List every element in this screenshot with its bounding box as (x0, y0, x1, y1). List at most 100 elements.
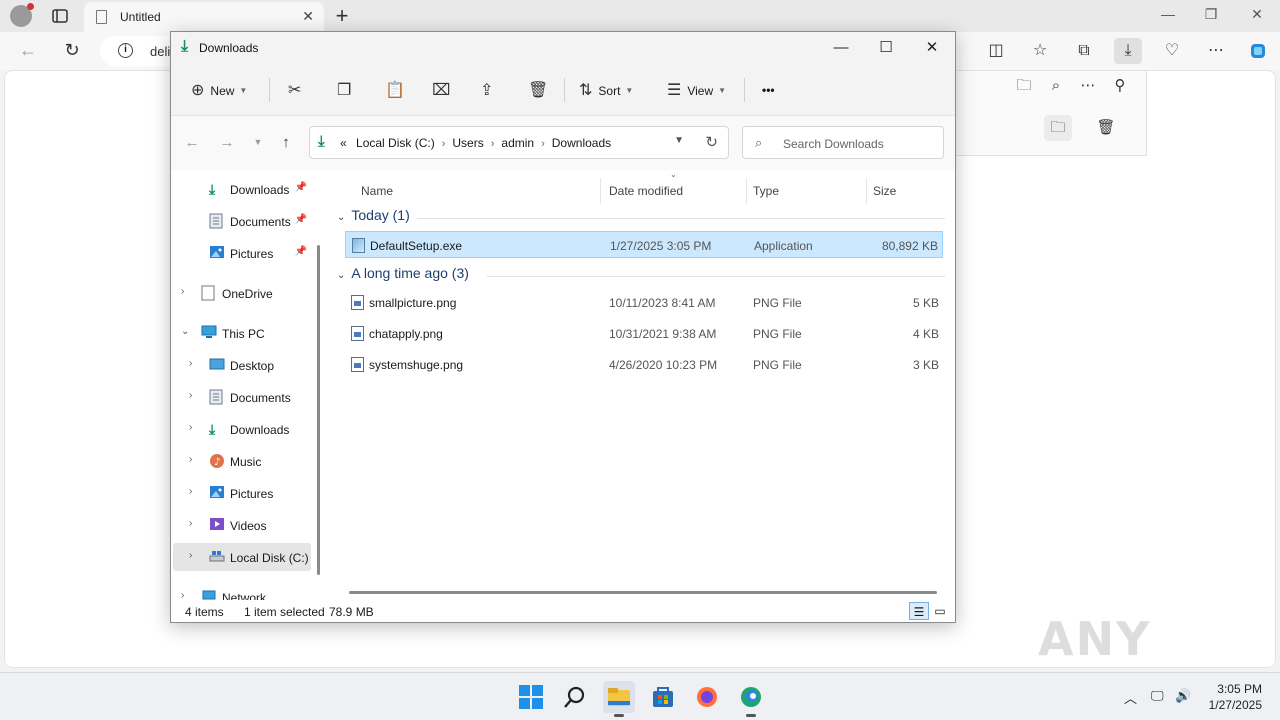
collections-icon[interactable]: ⧉ (1070, 38, 1098, 64)
sidebar-item-quick-downloads[interactable]: ⤓ Downloads 📌 (173, 175, 311, 203)
sidebar-item-local-disk[interactable]: › Local Disk (C:) (173, 543, 311, 571)
new-tab-button[interactable]: + (330, 3, 354, 29)
chevron-right-icon[interactable]: › (189, 454, 192, 465)
close-button[interactable]: ✕ (912, 37, 952, 59)
up-arrow-icon[interactable]: ↑ (275, 134, 297, 151)
sidebar-item-documents[interactable]: › Documents (173, 383, 311, 411)
back-icon[interactable]: ← (16, 40, 40, 61)
chevron-right-icon[interactable]: › (189, 550, 192, 561)
delete-icon[interactable]: 🗑 (1092, 115, 1120, 141)
show-hidden-icons-icon[interactable]: ︿ (1124, 688, 1137, 707)
cut-button[interactable]: ✂ (288, 78, 301, 102)
chevron-right-icon[interactable]: › (541, 138, 545, 150)
sidebar-item-downloads[interactable]: › ⤓ Downloads (173, 415, 311, 443)
chevron-right-icon[interactable]: › (442, 138, 446, 150)
address-bar[interactable]: ⤓ « Local Disk (C:) › Users › admin › Download… (309, 126, 729, 159)
window-title-bar[interactable]: ⤓ Downloads — ☐ ✕ (171, 32, 955, 64)
minimize-button[interactable]: — (821, 37, 861, 59)
more-icon[interactable]: ⋯ (1202, 38, 1230, 64)
chevron-down-icon[interactable]: ⌄ (181, 326, 189, 337)
breadcrumb-item[interactable]: admin (501, 136, 534, 150)
chevron-right-icon[interactable]: › (181, 286, 184, 297)
clock[interactable]: 3:05 PM 1/27/2025 (1209, 681, 1262, 713)
profile-avatar[interactable] (10, 3, 34, 27)
sidebar-item-network[interactable]: › Network (173, 583, 311, 600)
maximize-button[interactable]: ☐ (866, 37, 906, 59)
browser-close-button[interactable]: ✕ (1237, 6, 1277, 23)
browser-essentials-icon[interactable]: ♡ (1158, 38, 1186, 64)
paste-button[interactable]: 📋 (385, 78, 405, 102)
delete-button[interactable]: 🗑 (528, 78, 548, 102)
refresh-icon[interactable]: ↻ (705, 133, 718, 151)
favorites-icon[interactable]: ☆ (1026, 38, 1054, 64)
back-arrow-icon[interactable]: ← (181, 134, 203, 151)
network-icon[interactable]: 🖵 (1151, 688, 1164, 704)
firefox-icon[interactable] (691, 681, 723, 713)
store-icon[interactable] (647, 681, 679, 713)
breadcrumb-overflow[interactable]: « (340, 136, 347, 150)
close-tab-button[interactable]: ✕ (302, 8, 314, 25)
sidebar-item-onedrive[interactable]: › OneDrive (173, 279, 311, 307)
search-box[interactable]: ⌕ Search Downloads (742, 126, 944, 159)
split-screen-icon[interactable]: ◫ (982, 38, 1010, 64)
chevron-right-icon[interactable]: › (189, 358, 192, 369)
horizontal-scrollbar[interactable] (349, 591, 937, 594)
chevron-right-icon[interactable]: › (491, 138, 495, 150)
tab-actions-icon[interactable] (50, 6, 70, 26)
view-button[interactable]: ☰ View ▼ (667, 78, 726, 102)
sidebar-item-desktop[interactable]: › Desktop (173, 351, 311, 379)
share-button[interactable]: ⇪ (480, 78, 493, 102)
browser-minimize-button[interactable]: — (1148, 6, 1188, 22)
sidebar-scrollbar[interactable] (317, 245, 320, 575)
sidebar-item-quick-pictures[interactable]: Pictures 📌 (173, 239, 311, 267)
breadcrumb-item[interactable]: Local Disk (C:) (356, 136, 435, 150)
chevron-right-icon[interactable]: › (181, 590, 184, 600)
copy-button[interactable]: ❐ (337, 78, 351, 102)
sidebar-item-this-pc[interactable]: ⌄ This PC (173, 319, 311, 347)
tiles-view-icon[interactable]: ▭ (930, 602, 950, 620)
sidebar-item-music[interactable]: › ♪ Music (173, 447, 311, 475)
column-header-name[interactable]: Name (355, 178, 601, 204)
file-row[interactable]: DefaultSetup.exe 1/27/2025 3:05 PM Appli… (345, 231, 943, 258)
file-row[interactable]: chatapply.png 10/31/2021 9:38 AM PNG Fil… (345, 320, 943, 347)
info-icon[interactable]: i (118, 43, 133, 58)
volume-icon[interactable]: 🔊 (1175, 688, 1191, 704)
file-row[interactable]: smallpicture.png 10/11/2023 8:41 AM PNG … (345, 289, 943, 316)
file-row[interactable]: systemshuge.png 4/26/2020 10:23 PM PNG F… (345, 351, 943, 378)
breadcrumb-item[interactable]: Downloads (552, 136, 611, 150)
downloads-icon[interactable]: ⤓ (1114, 38, 1142, 64)
see-more-button[interactable]: ••• (762, 78, 775, 102)
breadcrumb-item[interactable]: Users (452, 136, 483, 150)
new-button[interactable]: ⊕ New ▼ (191, 78, 247, 102)
address-dropdown-icon[interactable]: ▼ (674, 135, 684, 146)
recent-locations-chevron-icon[interactable]: ▼ (247, 137, 269, 147)
more-options-icon[interactable]: ⋯ (1074, 73, 1102, 99)
group-header-long-ago[interactable]: ⌄ A long time ago (3) (337, 265, 947, 287)
copilot-icon[interactable] (1244, 38, 1272, 64)
file-explorer-icon[interactable] (603, 681, 635, 717)
refresh-icon[interactable]: ↻ (60, 40, 84, 61)
address-bar[interactable]: i deli (100, 36, 180, 66)
pin-icon[interactable]: ⚲ (1106, 73, 1134, 99)
chevron-right-icon[interactable]: › (189, 486, 192, 497)
chevron-right-icon[interactable]: › (189, 518, 192, 529)
chevron-right-icon[interactable]: › (189, 422, 192, 433)
column-header-size[interactable]: Size (867, 178, 947, 204)
forward-arrow-icon[interactable]: → (216, 134, 238, 151)
edge-icon[interactable] (735, 681, 767, 717)
show-in-folder-icon[interactable]: 🗀 (1044, 115, 1072, 141)
sidebar-item-pictures[interactable]: › Pictures (173, 479, 311, 507)
browser-restore-button[interactable]: ❐ (1191, 6, 1231, 23)
open-folder-icon[interactable]: 🗀 (1010, 73, 1038, 99)
browser-tab[interactable]: Untitled ✕ (84, 2, 324, 32)
sort-button[interactable]: ⇅ Sort ▼ (579, 78, 633, 102)
start-icon[interactable] (515, 681, 547, 713)
search-icon[interactable] (559, 681, 591, 713)
rename-button[interactable]: ⌧ (432, 78, 450, 102)
search-icon[interactable]: ⌕ (1042, 73, 1070, 99)
details-view-icon[interactable]: ☰ (909, 602, 929, 620)
sidebar-item-quick-documents[interactable]: Documents 📌 (173, 207, 311, 235)
group-header-today[interactable]: ⌄ Today (1) (337, 207, 947, 229)
sidebar-item-videos[interactable]: › Videos (173, 511, 311, 539)
chevron-right-icon[interactable]: › (189, 390, 192, 401)
